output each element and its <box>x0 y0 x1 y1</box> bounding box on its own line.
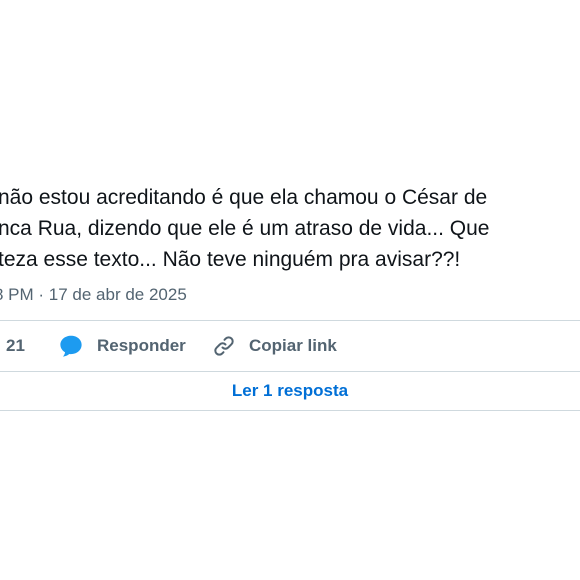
like-count[interactable]: 21 <box>6 322 25 370</box>
read-replies-link[interactable]: Ler 1 resposta <box>0 372 580 410</box>
tweet-timestamp[interactable]: 8 PM · 17 de abr de 2025 <box>0 285 187 305</box>
action-bar: 21 Responder Copiar link <box>0 322 580 370</box>
link-chain-icon <box>214 336 234 356</box>
divider <box>0 410 580 411</box>
reply-label: Responder <box>97 336 186 355</box>
like-count-text: 21 <box>6 336 25 355</box>
tweet-line: nca Rua, dizendo que ele é um atraso de … <box>0 213 580 244</box>
copy-link-label: Copiar link <box>249 336 337 355</box>
tweet-text: não estou acreditando é que ela chamou o… <box>0 182 580 275</box>
speech-bubble-icon <box>60 335 82 357</box>
divider <box>0 320 580 321</box>
copy-link-button[interactable]: Copiar link <box>212 322 337 370</box>
timestamp-text[interactable]: 8 PM · 17 de abr de 2025 <box>0 285 187 304</box>
tweet-line: teza esse texto... Não teve ninguém pra … <box>0 244 580 275</box>
tweet-line-text: não estou acreditando é que ela chamou o… <box>0 186 488 209</box>
tweet-line: não estou acreditando é que ela chamou o… <box>0 182 580 213</box>
reply-button[interactable]: Responder <box>58 322 186 370</box>
read-replies-label: Ler 1 resposta <box>231 381 349 400</box>
tweet-line-text: teza esse texto... Não teve ninguém pra … <box>0 248 461 271</box>
tweet-line-text: nca Rua, dizendo que ele é um atraso de … <box>0 217 490 240</box>
